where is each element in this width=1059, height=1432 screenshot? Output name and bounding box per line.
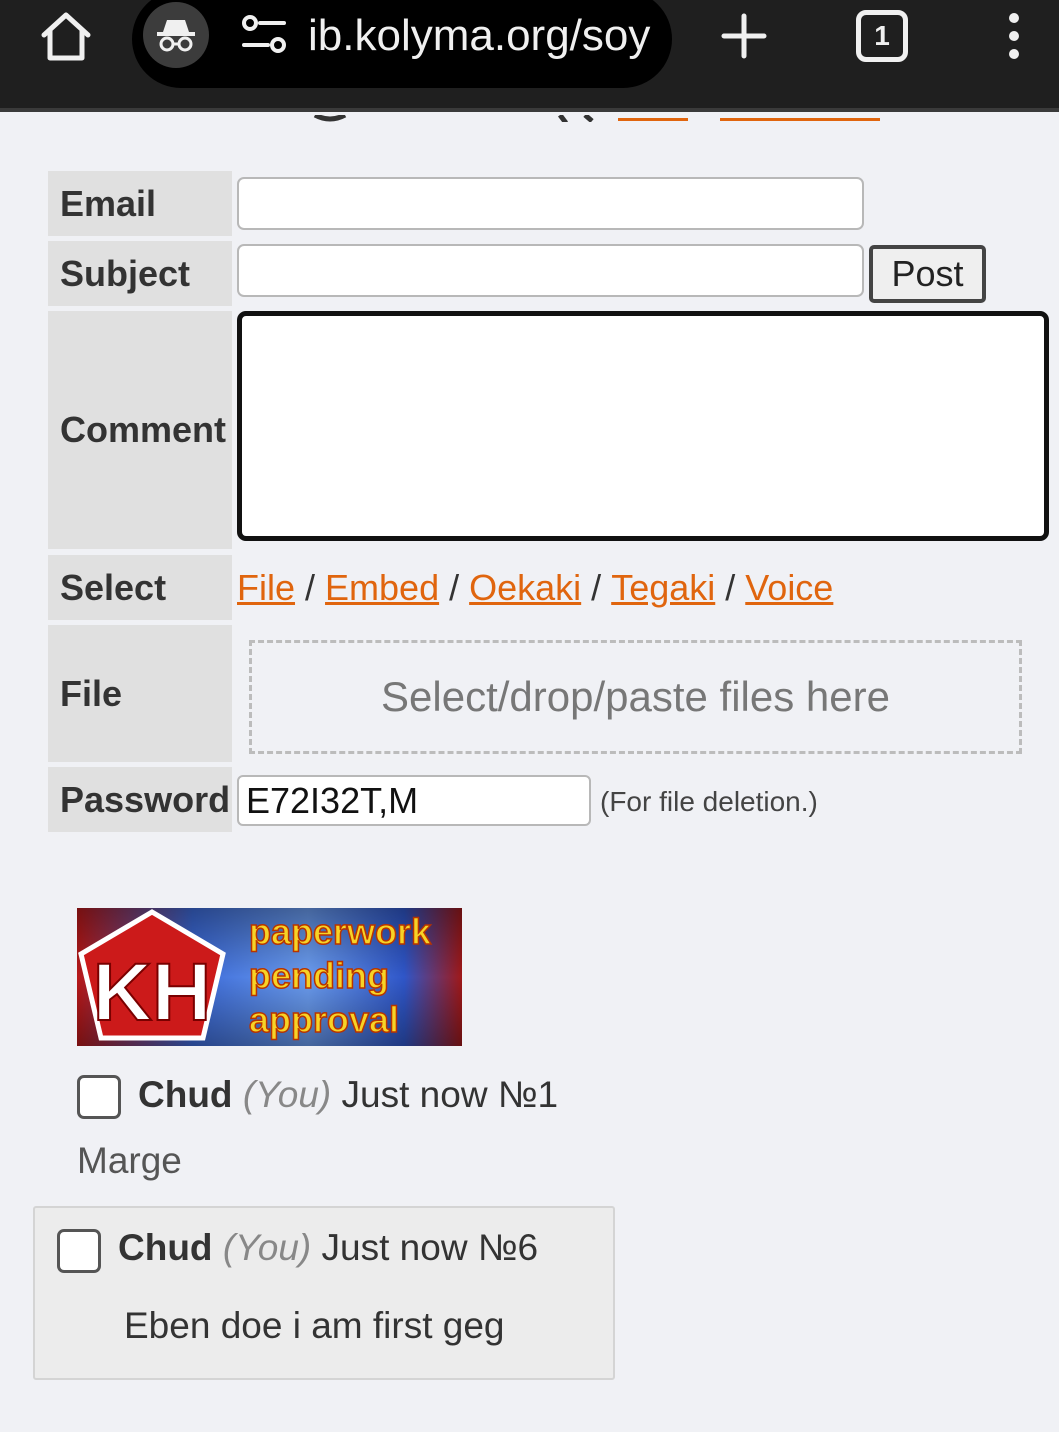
- home-icon[interactable]: [38, 8, 94, 64]
- page-heading-cutoff: [0, 112, 1059, 122]
- browser-toolbar: ib.kolyma.org/soy 1: [0, 0, 1059, 112]
- site-settings-icon[interactable]: [240, 14, 288, 54]
- more-vert-icon[interactable]: [996, 10, 1032, 62]
- post-number[interactable]: №1: [498, 1074, 558, 1115]
- post-body: Marge: [77, 1140, 182, 1181]
- reply-body: Eben doe i am first geg: [124, 1305, 505, 1346]
- banner-line-2: pending: [249, 955, 389, 996]
- select-tegaki-link[interactable]: Tegaki: [611, 567, 715, 608]
- reply-select-checkbox[interactable]: [57, 1229, 101, 1273]
- password-label: Password: [48, 767, 232, 832]
- subject-field[interactable]: [237, 244, 864, 297]
- you-marker: (You): [222, 1227, 312, 1268]
- email-field[interactable]: [237, 177, 864, 230]
- banner-line-1: paperwork: [249, 911, 432, 952]
- banner-line-3: approval: [249, 999, 399, 1040]
- poster-name: Chud: [138, 1074, 233, 1115]
- subject-label: Subject: [48, 241, 232, 306]
- password-field[interactable]: E72I32T,M: [237, 775, 591, 826]
- post-button[interactable]: Post: [869, 245, 986, 303]
- banner-logo-text: KH: [93, 947, 211, 1038]
- post-number[interactable]: №6: [478, 1227, 538, 1268]
- file-dropzone[interactable]: Select/drop/paste files here: [249, 640, 1022, 754]
- post-time: Just now: [341, 1074, 488, 1115]
- incognito-icon[interactable]: [143, 2, 209, 68]
- select-file-link[interactable]: File: [237, 567, 295, 608]
- comment-label: Comment: [48, 311, 232, 549]
- attachment-mode-links: File / Embed / Oekaki / Tegaki / Voice: [237, 560, 833, 616]
- email-label: Email: [48, 171, 232, 236]
- password-note: (For file deletion.): [600, 786, 818, 817]
- tab-switcher-icon[interactable]: 1: [856, 10, 908, 62]
- select-oekaki-link[interactable]: Oekaki: [469, 567, 581, 608]
- reply-header: Chud (You) Just now №6: [118, 1227, 538, 1269]
- url-text[interactable]: ib.kolyma.org/soy: [308, 8, 658, 64]
- separator: /: [591, 567, 602, 608]
- new-tab-icon[interactable]: [718, 10, 770, 62]
- separator: /: [305, 567, 316, 608]
- file-label: File: [48, 625, 232, 762]
- select-embed-link[interactable]: Embed: [325, 567, 439, 608]
- board-banner[interactable]: KH paperwork pending approval: [77, 908, 462, 1046]
- select-label: Select: [48, 555, 232, 620]
- post-select-checkbox[interactable]: [77, 1075, 121, 1119]
- separator: /: [449, 567, 460, 608]
- select-voice-link[interactable]: Voice: [745, 567, 833, 608]
- you-marker: (You): [242, 1074, 332, 1115]
- post-header: Chud (You) Just now №1: [138, 1074, 558, 1116]
- post-time: Just now: [321, 1227, 468, 1268]
- poster-name: Chud: [118, 1227, 213, 1268]
- separator: /: [725, 567, 736, 608]
- comment-textarea[interactable]: [237, 311, 1049, 541]
